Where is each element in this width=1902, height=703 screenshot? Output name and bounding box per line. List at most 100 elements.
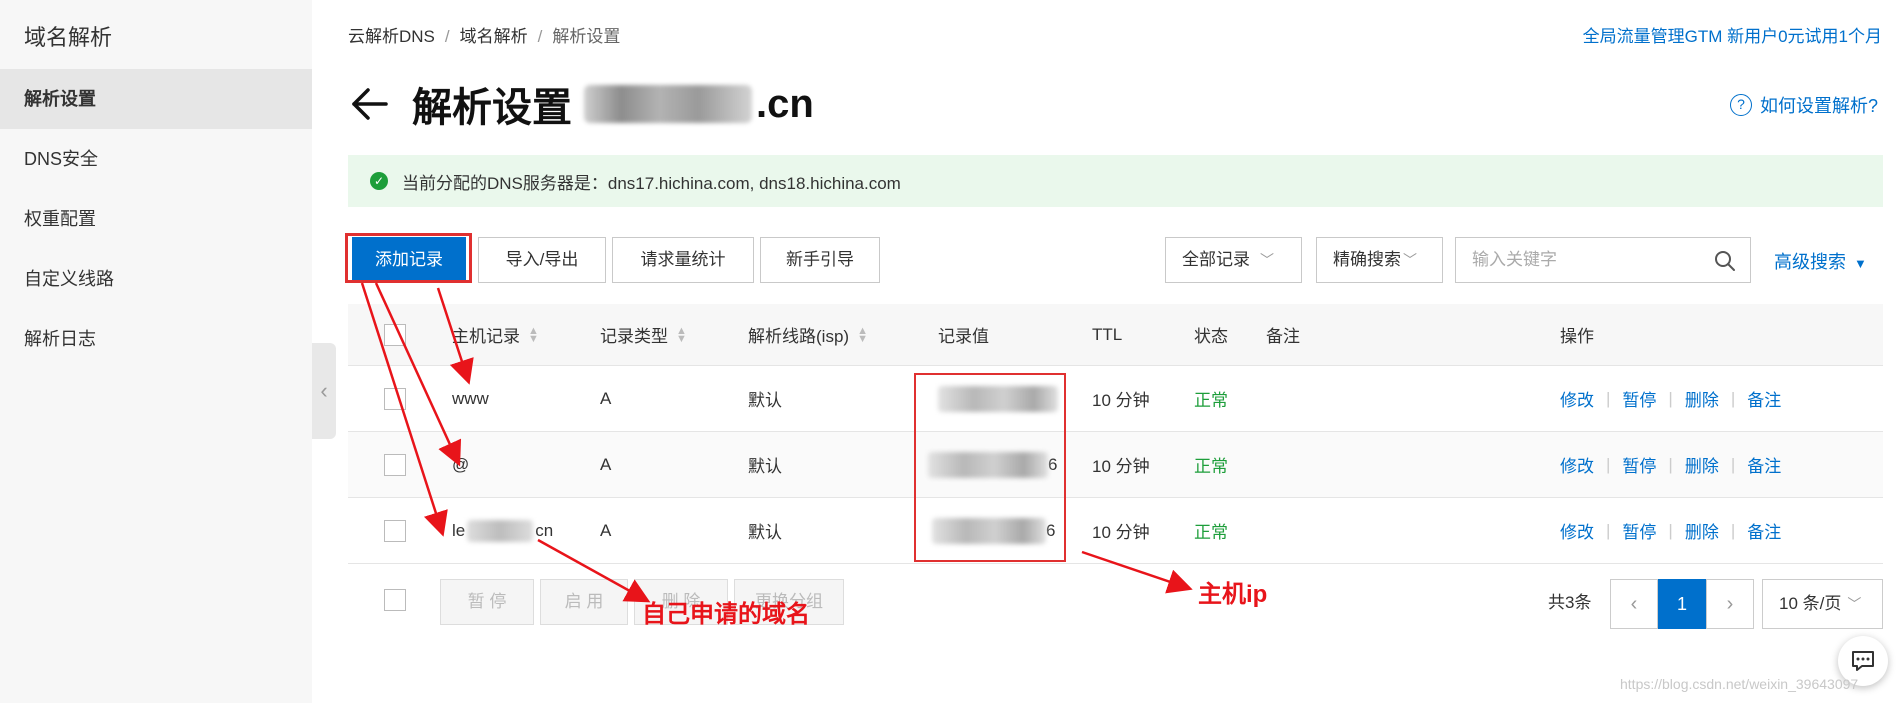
search-icon[interactable] <box>1714 250 1736 272</box>
column-header-host-label: 主机记录 <box>452 327 520 346</box>
table-row: le cn A 默认 6 10 分钟 正常 修改 | 暂停 | 删除 | 备注 <box>348 498 1883 564</box>
host-record-suffix: cn <box>535 520 554 540</box>
caret-down-icon: ▼ <box>1854 256 1867 271</box>
domain-name-redacted <box>584 85 752 123</box>
delete-link[interactable]: 删除 <box>1685 452 1719 477</box>
resolve-line: 默认 <box>748 391 782 410</box>
column-header-status: 状态 <box>1194 327 1228 346</box>
advanced-search-link[interactable]: 高级搜索 ▼ <box>1774 248 1867 274</box>
sidebar-item-custom-line[interactable]: 自定义线路 <box>0 249 312 309</box>
pause-link[interactable]: 暂停 <box>1622 386 1656 411</box>
column-header-value: 记录值 <box>938 327 989 346</box>
row-checkbox[interactable] <box>384 519 406 542</box>
table-row: www A 默认 10 分钟 正常 修改 | 暂停 | 删除 | 备注 <box>348 366 1883 432</box>
remark-link[interactable]: 备注 <box>1747 452 1781 477</box>
chevron-down-icon: ﹀ <box>1260 252 1274 268</box>
edit-link[interactable]: 修改 <box>1560 386 1594 411</box>
resolve-line: 默认 <box>748 457 782 476</box>
edit-link[interactable]: 修改 <box>1560 518 1594 543</box>
remark-link[interactable]: 备注 <box>1747 386 1781 411</box>
breadcrumb-item-domain[interactable]: 域名解析 <box>460 27 528 46</box>
back-arrow-icon[interactable] <box>348 83 390 125</box>
chevron-right-icon: › <box>1726 593 1734 615</box>
row-checkbox[interactable] <box>384 453 406 476</box>
dns-records-table: 主机记录 ▲ ▼ 记录类型 ▲ ▼ 解析线路(isp) ▲ ▼ 记录值 TTL 状态 备注 … <box>348 304 1883 564</box>
chat-icon <box>1852 651 1874 671</box>
sidebar-collapse-button[interactable]: ‹ <box>312 343 336 439</box>
host-record: @ <box>452 454 470 474</box>
row-actions: 修改 | 暂停 | 删除 | 备注 <box>1560 432 1781 497</box>
select-all-checkbox[interactable] <box>384 323 406 346</box>
column-header-line[interactable]: 解析线路(isp) ▲ ▼ <box>748 304 868 365</box>
edit-link[interactable]: 修改 <box>1560 452 1594 477</box>
batch-pause-button[interactable]: 暂 停 <box>440 579 534 625</box>
watermark: https://blog.csdn.net/weixin_39643097 <box>1620 676 1859 692</box>
column-header-remark: 备注 <box>1266 327 1300 346</box>
ttl: 10 分钟 <box>1092 391 1150 410</box>
search-mode-select[interactable]: 精确搜索 ﹀ <box>1316 237 1443 283</box>
sidebar-item-weight-config[interactable]: 权重配置 <box>0 189 312 249</box>
column-header-type[interactable]: 记录类型 ▲ ▼ <box>600 304 687 365</box>
record-type: A <box>600 520 612 540</box>
import-export-button[interactable]: 导入/导出 <box>478 237 606 283</box>
dns-server-notice: ✓ 当前分配的DNS服务器是：dns17.hichina.com, dns18.… <box>348 155 1883 207</box>
next-page-button[interactable]: › <box>1706 579 1754 629</box>
record-type: A <box>600 388 612 408</box>
breadcrumb-item-current: 解析设置 <box>552 27 621 46</box>
sidebar-item-dns-security[interactable]: DNS安全 <box>0 129 312 189</box>
row-actions: 修改 | 暂停 | 删除 | 备注 <box>1560 366 1781 431</box>
resolve-line: 默认 <box>748 523 782 542</box>
help-link-label: 如何设置解析? <box>1759 96 1878 116</box>
prev-page-button[interactable]: ‹ <box>1610 579 1658 629</box>
sidebar-title: 域名解析 <box>24 25 113 50</box>
page-size-select[interactable]: 10 条/页 ﹀ <box>1762 579 1883 629</box>
delete-link[interactable]: 删除 <box>1685 386 1719 411</box>
column-header-type-label: 记录类型 <box>600 327 668 346</box>
chevron-left-icon: ‹ <box>320 378 328 403</box>
table-footer: 暂 停 启 用 删 除 更换分组 共3条 ‹ 1 › 10 条/页 ﹀ <box>348 575 1883 635</box>
sidebar-item-resolve-log[interactable]: 解析日志 <box>0 309 312 369</box>
notice-text: 当前分配的DNS服务器是：dns17.hichina.com, dns18.hi… <box>402 173 901 193</box>
breadcrumb-item-dns[interactable]: 云解析DNS <box>348 27 435 46</box>
chevron-left-icon: ‹ <box>1630 593 1638 615</box>
column-header-host[interactable]: 主机记录 ▲ ▼ <box>452 304 539 365</box>
column-header-line-label: 解析线路(isp) <box>748 327 850 346</box>
breadcrumb: 云解析DNS / 域名解析 / 解析设置 <box>348 27 621 46</box>
domain-suffix: .cn <box>756 81 814 126</box>
sidebar: 域名解析 解析设置 DNS安全 权重配置 自定义线路 解析日志 <box>0 0 312 703</box>
host-record: le cn <box>452 498 553 563</box>
sort-icon: ▲ ▼ <box>676 324 687 345</box>
remark-link[interactable]: 备注 <box>1747 518 1781 543</box>
record-filter-select[interactable]: 全部记录 ﹀ <box>1165 237 1302 283</box>
page-size-value: 10 条/页 <box>1779 594 1842 613</box>
request-stats-button[interactable]: 请求量统计 <box>612 237 754 283</box>
host-record-prefix: le <box>452 520 466 540</box>
status-badge: 正常 <box>1194 391 1228 410</box>
column-header-ttl: TTL <box>1092 324 1123 344</box>
annotation-highlight-ip <box>914 373 1066 562</box>
search-mode-value: 精确搜索 <box>1333 250 1401 269</box>
annotation-ip-label: 主机ip <box>1198 581 1268 608</box>
footer-select-all-checkbox[interactable] <box>384 589 406 611</box>
status-badge: 正常 <box>1194 457 1228 476</box>
question-icon: ? <box>1729 94 1752 116</box>
keyword-search-input[interactable] <box>1456 238 1696 282</box>
delete-link[interactable]: 删除 <box>1685 518 1719 543</box>
table-row: @ A 默认 6 10 分钟 正常 修改 | 暂停 | 删除 | 备注 <box>348 432 1883 498</box>
gtm-promo-link[interactable]: 全局流量管理GTM 新用户0元试用1个月 <box>1583 22 1882 47</box>
pause-link[interactable]: 暂停 <box>1622 452 1656 477</box>
batch-enable-button[interactable]: 启 用 <box>540 579 628 625</box>
total-count: 共3条 <box>1548 593 1592 612</box>
row-checkbox[interactable] <box>384 387 406 410</box>
annotation-highlight-add <box>345 233 472 283</box>
beginner-guide-button[interactable]: 新手引导 <box>760 237 880 283</box>
page-title: 解析设置 <box>412 86 572 130</box>
page-header: 解析设置 .cn <box>348 74 814 134</box>
sort-icon: ▲ ▼ <box>857 324 868 345</box>
pause-link[interactable]: 暂停 <box>1622 518 1656 543</box>
page-1-button[interactable]: 1 <box>1658 579 1706 629</box>
annotation-domain-label: 自己申请的域名 <box>642 601 810 628</box>
help-link[interactable]: ? 如何设置解析? <box>1729 92 1878 118</box>
sort-icon: ▲ ▼ <box>528 324 539 345</box>
sidebar-item-resolve-settings[interactable]: 解析设置 <box>0 69 312 129</box>
